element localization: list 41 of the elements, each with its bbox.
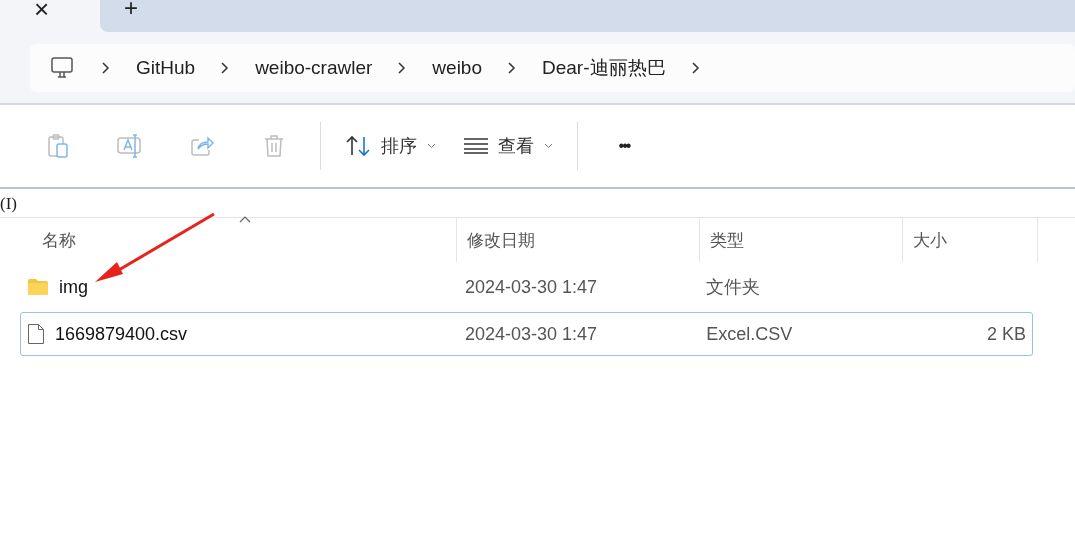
address-bar[interactable]: GitHub weibo-crawler weibo Dear-迪丽热巴 bbox=[30, 44, 1075, 92]
list-icon bbox=[464, 138, 488, 154]
column-header[interactable]: 类型 bbox=[700, 218, 903, 262]
chevron-icon bbox=[221, 62, 230, 74]
stray-text: (I) bbox=[0, 189, 1075, 218]
close-tab-button[interactable]: × bbox=[0, 0, 100, 44]
folder-icon bbox=[27, 278, 49, 296]
view-button[interactable]: 查看 bbox=[450, 124, 567, 168]
file-size: 2 KB bbox=[986, 323, 1026, 345]
rename-icon bbox=[117, 134, 143, 158]
chevron-icon bbox=[102, 62, 110, 74]
modified-date: 2024-03-30 1:47 bbox=[464, 276, 597, 298]
breadcrumb-item[interactable]: Dear-迪丽热巴 bbox=[542, 55, 666, 81]
column-header[interactable]: 大小 bbox=[903, 218, 1038, 262]
chevron-icon bbox=[508, 62, 516, 74]
chevron-icon bbox=[691, 62, 700, 74]
file-name: 1669879400.csv bbox=[55, 323, 188, 345]
clipboard-icon bbox=[47, 134, 69, 158]
breadcrumb-item[interactable]: GitHub bbox=[136, 57, 196, 79]
new-tab-button[interactable]: + bbox=[124, 0, 138, 16]
file-type: Excel.CSV bbox=[706, 323, 793, 345]
breadcrumb-item[interactable]: weibo bbox=[432, 57, 482, 79]
modified-date: 2024-03-30 1:47 bbox=[464, 323, 597, 345]
breadcrumb-item[interactable]: weibo-crawler bbox=[255, 57, 373, 79]
sort-button[interactable]: 排序 bbox=[331, 124, 450, 168]
file-icon bbox=[27, 323, 45, 345]
caret-icon bbox=[544, 143, 553, 149]
trash-icon bbox=[263, 134, 285, 158]
file-type: 文件夹 bbox=[706, 276, 761, 299]
chevron-icon bbox=[398, 62, 407, 74]
more-button[interactable]: ••• bbox=[588, 124, 660, 168]
column-header[interactable]: 修改日期 bbox=[457, 218, 700, 262]
caret-icon bbox=[427, 143, 436, 149]
sort-icon bbox=[345, 135, 371, 157]
file-row[interactable]: 1669879400.csv 2024-03-30 1:47 Excel.CSV 2 KB bbox=[20, 312, 1033, 356]
file-row[interactable]: img 2024-03-30 1:47 文件夹 bbox=[20, 265, 1033, 309]
share-icon bbox=[190, 135, 214, 157]
sort-caret-icon bbox=[239, 216, 251, 223]
file-name: img bbox=[59, 276, 88, 298]
computer-icon bbox=[50, 57, 74, 79]
column-header[interactable]: 名称 bbox=[20, 218, 457, 262]
